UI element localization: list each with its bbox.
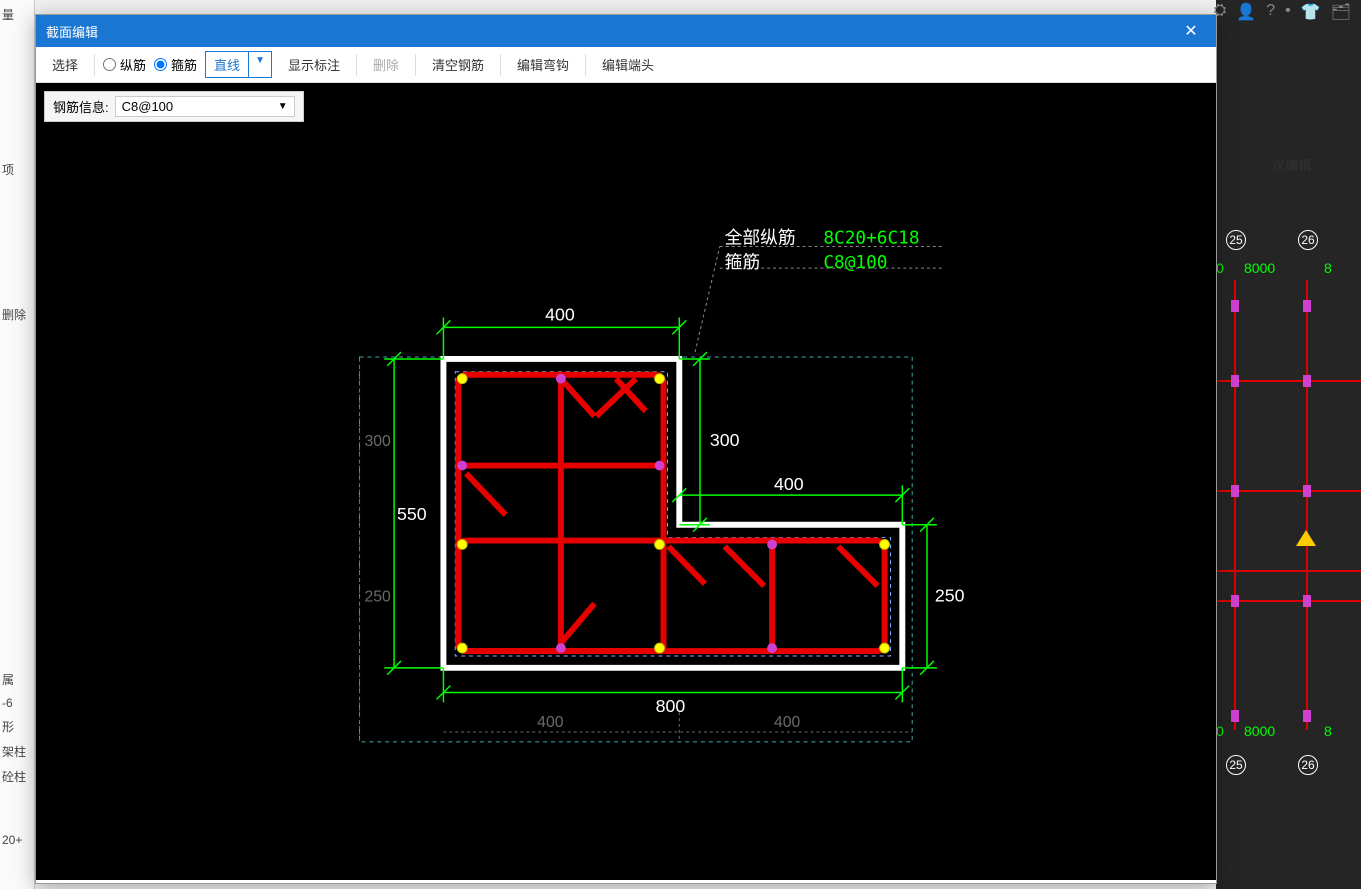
span-dim: 0: [1216, 260, 1224, 276]
node-icon: [1303, 485, 1311, 497]
shirt-icon[interactable]: 👕: [1301, 2, 1321, 22]
left-item: 架柱: [0, 739, 34, 764]
dim-b800: 800: [656, 696, 686, 716]
edit-end-button[interactable]: 编辑端头: [594, 52, 662, 77]
dim-l550: 550: [397, 504, 427, 524]
longitudinal-label: 纵筋: [120, 55, 146, 74]
rebar-info-label: 钢筋信息:: [53, 97, 109, 116]
longitudinal-radio[interactable]: 纵筋: [103, 55, 146, 74]
dim-r250: 250: [935, 586, 965, 606]
annot-long-label: 全部纵筋: [725, 227, 796, 247]
chevron-down-icon[interactable]: ▼: [249, 52, 271, 77]
dim-top: 400: [545, 304, 575, 324]
dialog-title: 截面编辑: [46, 22, 98, 41]
user-icon[interactable]: 👤: [1236, 2, 1256, 22]
separator: [356, 54, 357, 76]
left-item: 删除: [0, 302, 34, 327]
span-dim: 8: [1324, 260, 1332, 276]
node-icon: [1231, 375, 1239, 387]
stirrup-radio-input[interactable]: [154, 58, 167, 71]
left-item: 属: [0, 667, 34, 692]
help-icon[interactable]: ?: [1266, 2, 1275, 22]
node-icon: [1231, 710, 1239, 722]
separator: [94, 54, 95, 76]
left-item: 形: [0, 714, 34, 739]
dim-b400b: 400: [774, 714, 801, 731]
span-dim: 8000: [1244, 723, 1275, 739]
node-icon: [1303, 710, 1311, 722]
left-item: 量: [0, 2, 34, 27]
stirrup-radio[interactable]: 箍筋: [154, 55, 197, 74]
node-icon: [1231, 300, 1239, 312]
rebar-info-value: C8@100: [122, 99, 174, 114]
node-icon: [1303, 300, 1311, 312]
left-item: 20+: [0, 829, 34, 851]
axis-bubble: 25: [1226, 230, 1246, 250]
longitudinal-radio-input[interactable]: [103, 58, 116, 71]
stirrups: [458, 375, 884, 651]
concrete-outline: [443, 359, 902, 668]
chevron-down-icon: ▼: [278, 101, 288, 112]
rebar-info-group: 钢筋信息: C8@100 ▼: [44, 91, 304, 122]
close-icon[interactable]: ✕: [1176, 21, 1206, 41]
node-icon: [1303, 375, 1311, 387]
rebar-info-combo[interactable]: C8@100 ▼: [115, 96, 295, 117]
select-button[interactable]: 选择: [44, 52, 86, 77]
node-icon: [1231, 595, 1239, 607]
folder-icon[interactable]: 🗂: [1331, 2, 1351, 22]
rebars: [457, 374, 889, 653]
section-canvas[interactable]: 全部纵筋 8C20+6C18 箍筋 C8@100: [36, 130, 1216, 880]
annot-stirrup-value: C8@100: [823, 253, 887, 273]
annot-stirrup-label: 箍筋: [725, 252, 761, 272]
background-viewport: 25 26 0 8000 8 0 8000 8 25 26: [1216, 0, 1361, 889]
dialog-toolbar: 选择 纵筋 箍筋 直线 ▼ 显示标注 删除 清空钢筋 编辑弯钩 编辑端头: [36, 47, 1216, 83]
dialog-titlebar[interactable]: 截面编辑 ✕: [36, 15, 1216, 47]
annot-long-value: 8C20+6C18: [823, 228, 919, 248]
stirrup-label: 箍筋: [171, 55, 197, 74]
line-mode-label: 直线: [206, 52, 249, 77]
grid-hline: [1216, 570, 1361, 572]
separator: [585, 54, 586, 76]
left-panel-strip: 量 项 删除 属 -6 形 架柱 砼柱 20+: [0, 0, 35, 889]
span-dim: 8: [1324, 723, 1332, 739]
span-dim: 8000: [1244, 260, 1275, 276]
marker-icon: [1296, 530, 1316, 546]
app-top-icons: ⛭ 👤 ? • 👕 🗂: [1214, 2, 1351, 22]
grid-vline: [1306, 280, 1308, 730]
axis-bubble: 25: [1226, 755, 1246, 775]
span-dim: 0: [1216, 723, 1224, 739]
dim-b400a: 400: [537, 714, 564, 731]
info-bar: 钢筋信息: C8@100 ▼: [36, 83, 1216, 130]
section-edit-dialog: 截面编辑 ✕ 选择 纵筋 箍筋 直线 ▼ 显示标注 删除 清空钢筋 编辑弯钩 编…: [35, 14, 1217, 884]
axis-bubble: 26: [1298, 755, 1318, 775]
edit-again-label: 次编辑: [1272, 155, 1311, 174]
separator: [500, 54, 501, 76]
clear-rebar-button[interactable]: 清空钢筋: [424, 52, 492, 77]
section-drawing: 全部纵筋 8C20+6C18 箍筋 C8@100: [36, 130, 1216, 880]
separator: [415, 54, 416, 76]
left-item: 项: [0, 157, 34, 182]
left-item: 砼柱: [0, 764, 34, 789]
dim-l250: 250: [364, 589, 391, 606]
dim-r400: 400: [774, 474, 804, 494]
axis-bubble: 26: [1298, 230, 1318, 250]
dim-r300: 300: [710, 430, 740, 450]
dot-icon[interactable]: •: [1285, 2, 1291, 22]
delete-button[interactable]: 删除: [365, 52, 407, 77]
show-label-button[interactable]: 显示标注: [280, 52, 348, 77]
line-mode-dropdown[interactable]: 直线 ▼: [205, 51, 272, 78]
node-icon: [1231, 485, 1239, 497]
grid-vline: [1234, 280, 1236, 730]
dim-l300: 300: [364, 433, 391, 450]
node-icon: [1303, 595, 1311, 607]
left-item: -6: [0, 692, 34, 714]
edit-hook-button[interactable]: 编辑弯钩: [509, 52, 577, 77]
